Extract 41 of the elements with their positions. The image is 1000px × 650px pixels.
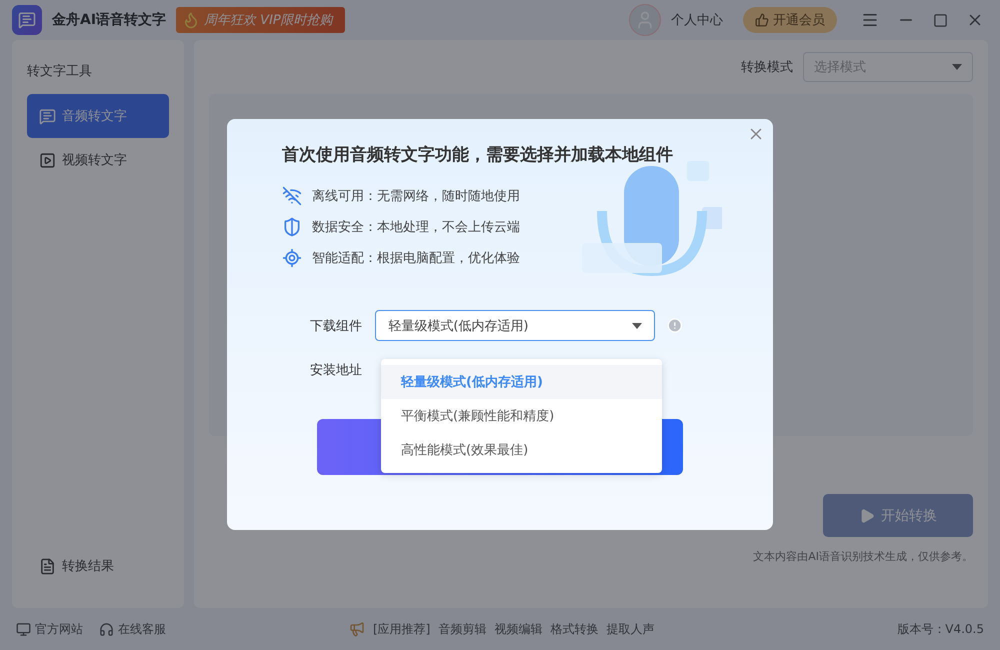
thumbs-up-icon [755, 13, 769, 27]
vip-button[interactable]: 开通会员 [743, 7, 837, 33]
caret-icon [632, 322, 642, 328]
field-label: 安装地址 [310, 362, 363, 379]
feature-text: 智能适配：根据电脑配置，优化体验 [312, 250, 520, 267]
result-item[interactable]: 转换结果 [27, 544, 169, 588]
app-title: 金舟AI语音转文字 [52, 11, 166, 29]
sidebar-heading: 转文字工具 [27, 63, 93, 80]
play-icon [859, 508, 875, 524]
document-icon [39, 558, 56, 574]
dropdown-option[interactable]: 轻量级模式(低内存适用) [381, 365, 662, 399]
recommend-label: [应用推荐] [372, 620, 430, 638]
app-link[interactable]: 提取人声 [606, 620, 654, 638]
field-label: 下载组件 [310, 318, 363, 334]
app-link[interactable]: 视频编辑 [494, 620, 542, 638]
megaphone-icon [348, 621, 365, 637]
app-link[interactable]: 音频剪辑 [438, 620, 486, 638]
disclaimer-text: 文本内容由AI语音识别技术生成，仅供参考。 [753, 549, 973, 564]
start-button[interactable]: 开始转换 [823, 494, 973, 537]
promo-banner[interactable]: 周年狂欢 VIP限时抢购 [176, 7, 345, 33]
monitor-icon [16, 622, 31, 636]
component-select[interactable]: 轻量级模式(低内存适用) [375, 310, 656, 341]
feature-icon [282, 217, 302, 237]
caret-icon [952, 64, 962, 70]
dialog-title: 首次使用音频转文字功能，需要选择并加载本地组件 [282, 144, 674, 166]
footer-link[interactable]: 在线客服 [99, 620, 166, 638]
feature-text: 离线可用：无需网络，随时随地使用 [312, 188, 520, 205]
feature-text: 数据安全：本地处理，不会上传云端 [312, 219, 520, 236]
mode-label: 转换模式 [741, 59, 793, 76]
feature-icon [282, 186, 302, 206]
user-center-link[interactable]: 个人中心 [671, 11, 723, 29]
sidebar-item[interactable]: 视频转文字 [27, 138, 169, 182]
version-text: 版本号：V4.0.5 [897, 620, 984, 638]
app-link[interactable]: 格式转换 [550, 620, 598, 638]
dropdown-option[interactable]: 高性能模式(效果最佳) [381, 433, 662, 467]
headset-icon [99, 622, 114, 636]
sidebar-item[interactable]: 音频转文字 [27, 94, 169, 138]
app-logo-icon [12, 5, 42, 35]
feature-icon [282, 248, 302, 268]
footer-link[interactable]: 官方网站 [16, 620, 83, 638]
dropdown-option[interactable]: 平衡模式(兼顾性能和精度) [381, 399, 662, 433]
